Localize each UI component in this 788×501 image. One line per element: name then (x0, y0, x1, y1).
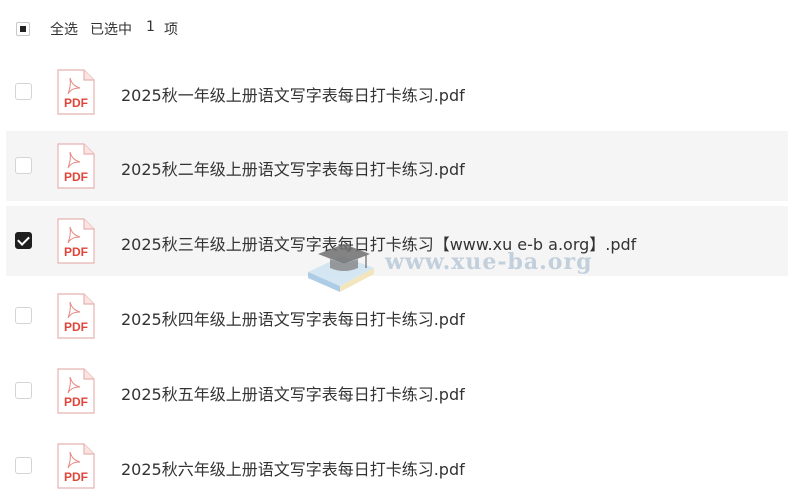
file-name[interactable]: 2025秋六年级上册语文写字表每日打卡练习.pdf (121, 456, 465, 480)
file-row[interactable]: PDF 2025秋三年级上册语文写字表每日打卡练习【www.xu e-b a.or… (6, 206, 788, 276)
select-all-label[interactable]: 全选 (50, 19, 78, 39)
svg-text:PDF: PDF (64, 470, 88, 484)
file-row[interactable]: PDF 2025秋二年级上册语文写字表每日打卡练习.pdf (6, 131, 788, 201)
pdf-file-icon: PDF (56, 68, 96, 116)
pdf-file-icon: PDF (56, 442, 96, 490)
pdf-file-icon: PDF (56, 142, 96, 190)
file-checkbox[interactable] (15, 382, 32, 399)
file-checkbox[interactable] (15, 457, 32, 474)
file-name[interactable]: 2025秋四年级上册语文写字表每日打卡练习.pdf (121, 306, 465, 330)
file-checkbox[interactable] (15, 83, 32, 100)
file-name[interactable]: 2025秋一年级上册语文写字表每日打卡练习.pdf (121, 82, 465, 106)
file-row[interactable]: PDF 2025秋六年级上册语文写字表每日打卡练习.pdf (6, 431, 788, 501)
file-name[interactable]: 2025秋五年级上册语文写字表每日打卡练习.pdf (121, 381, 465, 405)
pdf-file-icon: PDF (56, 292, 96, 340)
file-checkbox[interactable] (15, 232, 32, 249)
svg-text:PDF: PDF (64, 245, 88, 259)
selected-count: 1 (146, 19, 155, 35)
file-checkbox[interactable] (15, 157, 32, 174)
selected-unit: 项 (164, 22, 178, 38)
file-name[interactable]: 2025秋二年级上册语文写字表每日打卡练习.pdf (121, 156, 465, 180)
selection-header: 全选 已选中 1 项 (0, 0, 788, 58)
pdf-file-icon: PDF (56, 367, 96, 415)
svg-text:PDF: PDF (64, 96, 88, 110)
file-row[interactable]: PDF 2025秋四年级上册语文写字表每日打卡练习.pdf (6, 281, 788, 351)
svg-text:PDF: PDF (64, 320, 88, 334)
file-name[interactable]: 2025秋三年级上册语文写字表每日打卡练习【www.xu e-b a.org】.… (121, 231, 636, 255)
svg-text:PDF: PDF (64, 170, 88, 184)
indeterminate-mark (20, 26, 26, 32)
pdf-file-icon: PDF (56, 217, 96, 265)
select-all-checkbox[interactable] (16, 22, 30, 36)
selected-label: 已选中 (90, 22, 132, 38)
svg-text:PDF: PDF (64, 395, 88, 409)
file-row[interactable]: PDF 2025秋一年级上册语文写字表每日打卡练习.pdf (6, 57, 788, 127)
file-checkbox[interactable] (15, 307, 32, 324)
file-row[interactable]: PDF 2025秋五年级上册语文写字表每日打卡练习.pdf (6, 356, 788, 426)
